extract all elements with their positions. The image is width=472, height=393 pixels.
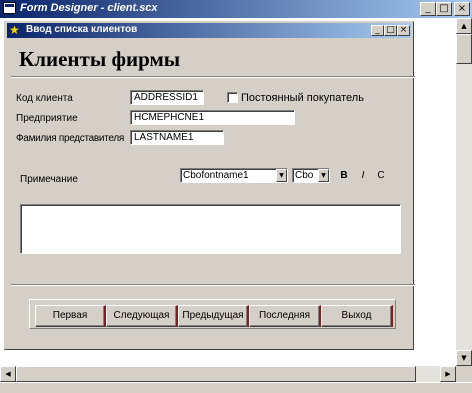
designer-title-bar: Form Designer - client.scx _ □ × <box>0 0 472 18</box>
next-record-button[interactable]: Следующая <box>106 305 178 327</box>
horizontal-scroll-thumb[interactable] <box>16 366 416 382</box>
regular-customer-checkbox[interactable] <box>227 92 238 103</box>
horizontal-scrollbar[interactable]: ◀ ▶ <box>0 366 456 382</box>
font-size-combo[interactable]: Cbo ▼ <box>292 168 330 183</box>
font-name-combo[interactable]: Cbofontname1 ▼ <box>180 168 288 183</box>
designer-maximize-button[interactable]: □ <box>436 2 452 16</box>
vertical-scrollbar[interactable]: ▲ ▼ <box>456 18 472 366</box>
chevron-down-icon[interactable]: ▼ <box>276 169 287 182</box>
status-bar <box>0 382 472 393</box>
underline-button[interactable]: C <box>375 170 387 181</box>
navigation-button-group: Первая Следующая Предыдущая Последняя Вы… <box>29 299 396 329</box>
designer-title: Form Designer - client.scx <box>20 2 158 14</box>
company-label: Предприятие <box>16 113 78 124</box>
representative-field[interactable]: LASTNAME1 <box>130 130 224 145</box>
last-record-button[interactable]: Последняя <box>249 305 321 327</box>
form-title-bar: ★ Ввод списка клиентов _ □ × <box>7 23 411 38</box>
first-record-button[interactable]: Первая <box>35 305 106 327</box>
form-title: Ввод списка клиентов <box>26 24 138 35</box>
previous-record-button[interactable]: Предыдущая <box>178 305 249 327</box>
form-minimize-button[interactable]: _ <box>371 25 384 36</box>
notes-label: Примечание <box>20 174 78 185</box>
exit-button[interactable]: Выход <box>321 305 393 327</box>
italic-button[interactable]: I <box>357 170 369 181</box>
form-maximize-button[interactable]: □ <box>384 25 397 36</box>
client-code-field[interactable]: ADDRESSID1 <box>130 90 204 105</box>
representative-label: Фамилия представителя <box>16 133 124 144</box>
window-icon <box>3 2 16 14</box>
scroll-down-icon[interactable]: ▼ <box>456 350 472 366</box>
vertical-scroll-thumb[interactable] <box>456 34 472 64</box>
scrollbar-corner <box>456 366 472 382</box>
form-close-button[interactable]: × <box>397 25 410 36</box>
designer-close-button[interactable]: × <box>454 2 470 16</box>
regular-customer-label: Постоянный покупатель <box>241 92 364 104</box>
scroll-right-icon[interactable]: ▶ <box>440 366 456 382</box>
form-heading: Клиенты фирмы <box>19 47 181 71</box>
chevron-down-icon[interactable]: ▼ <box>318 169 329 182</box>
bold-button[interactable]: B <box>338 170 350 181</box>
form-window: ★ Ввод списка клиентов _ □ × Клиенты фир… <box>4 21 415 350</box>
designer-minimize-button[interactable]: _ <box>420 2 436 16</box>
font-name-value: Cbofontname1 <box>183 170 249 181</box>
font-size-value: Cbo <box>295 170 314 181</box>
client-code-label: Код клиента <box>16 93 73 104</box>
wizard-star-icon: ★ <box>9 23 20 37</box>
company-field[interactable]: HCMEPHCNE1 <box>130 110 295 125</box>
scroll-left-icon[interactable]: ◀ <box>0 366 16 382</box>
notes-field[interactable] <box>20 204 401 254</box>
scroll-up-icon[interactable]: ▲ <box>456 18 472 34</box>
buttons-divider <box>11 284 415 286</box>
heading-divider <box>11 76 415 78</box>
